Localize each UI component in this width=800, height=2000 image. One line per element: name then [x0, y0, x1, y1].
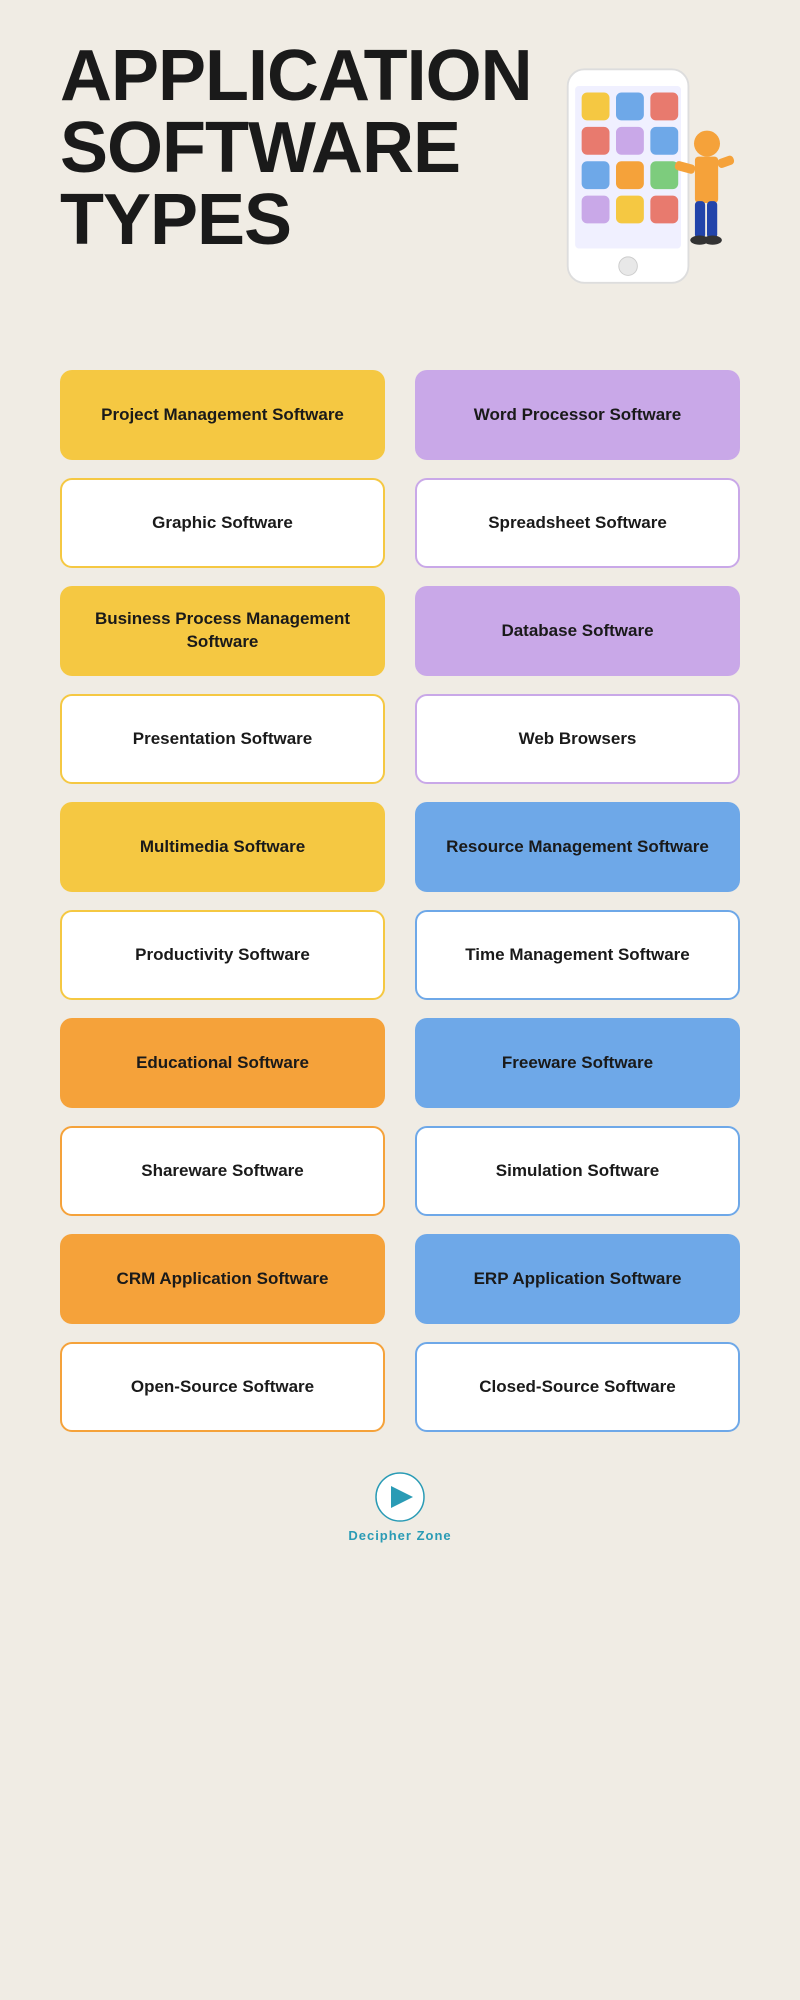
card-shareware: Shareware Software: [60, 1126, 385, 1216]
card-productivity: Productivity Software: [60, 910, 385, 1000]
title-block: APPLICATION SOFTWARE TYPES: [60, 40, 532, 256]
decipher-zone-logo-icon: [375, 1472, 425, 1522]
card-freeware: Freeware Software: [415, 1018, 740, 1108]
card-crm: CRM Application Software: [60, 1234, 385, 1324]
card-educational: Educational Software: [60, 1018, 385, 1108]
page-wrapper: APPLICATION SOFTWARE TYPES: [0, 0, 800, 1603]
card-presentation: Presentation Software: [60, 694, 385, 784]
grid-section: Project Management Software Word Processo…: [60, 370, 740, 1432]
card-erp: ERP Application Software: [415, 1234, 740, 1324]
card-resource-management: Resource Management Software: [415, 802, 740, 892]
card-time-management: Time Management Software: [415, 910, 740, 1000]
card-open-source: Open-Source Software: [60, 1342, 385, 1432]
footer: Decipher Zone: [60, 1472, 740, 1563]
phone-illustration: [542, 60, 742, 320]
footer-logo: Decipher Zone: [60, 1472, 740, 1543]
card-spreadsheet: Spreadsheet Software: [415, 478, 740, 568]
card-closed-source: Closed-Source Software: [415, 1342, 740, 1432]
card-business-process: Business Process Management Software: [60, 586, 385, 676]
card-web-browsers: Web Browsers: [415, 694, 740, 784]
card-graphic: Graphic Software: [60, 478, 385, 568]
card-database: Database Software: [415, 586, 740, 676]
card-word-processor: Word Processor Software: [415, 370, 740, 460]
card-project-management: Project Management Software: [60, 370, 385, 460]
main-title: APPLICATION SOFTWARE TYPES: [60, 40, 532, 256]
footer-brand-text: Decipher Zone: [348, 1528, 451, 1543]
header-section: APPLICATION SOFTWARE TYPES: [60, 40, 740, 320]
card-multimedia: Multimedia Software: [60, 802, 385, 892]
card-simulation: Simulation Software: [415, 1126, 740, 1216]
